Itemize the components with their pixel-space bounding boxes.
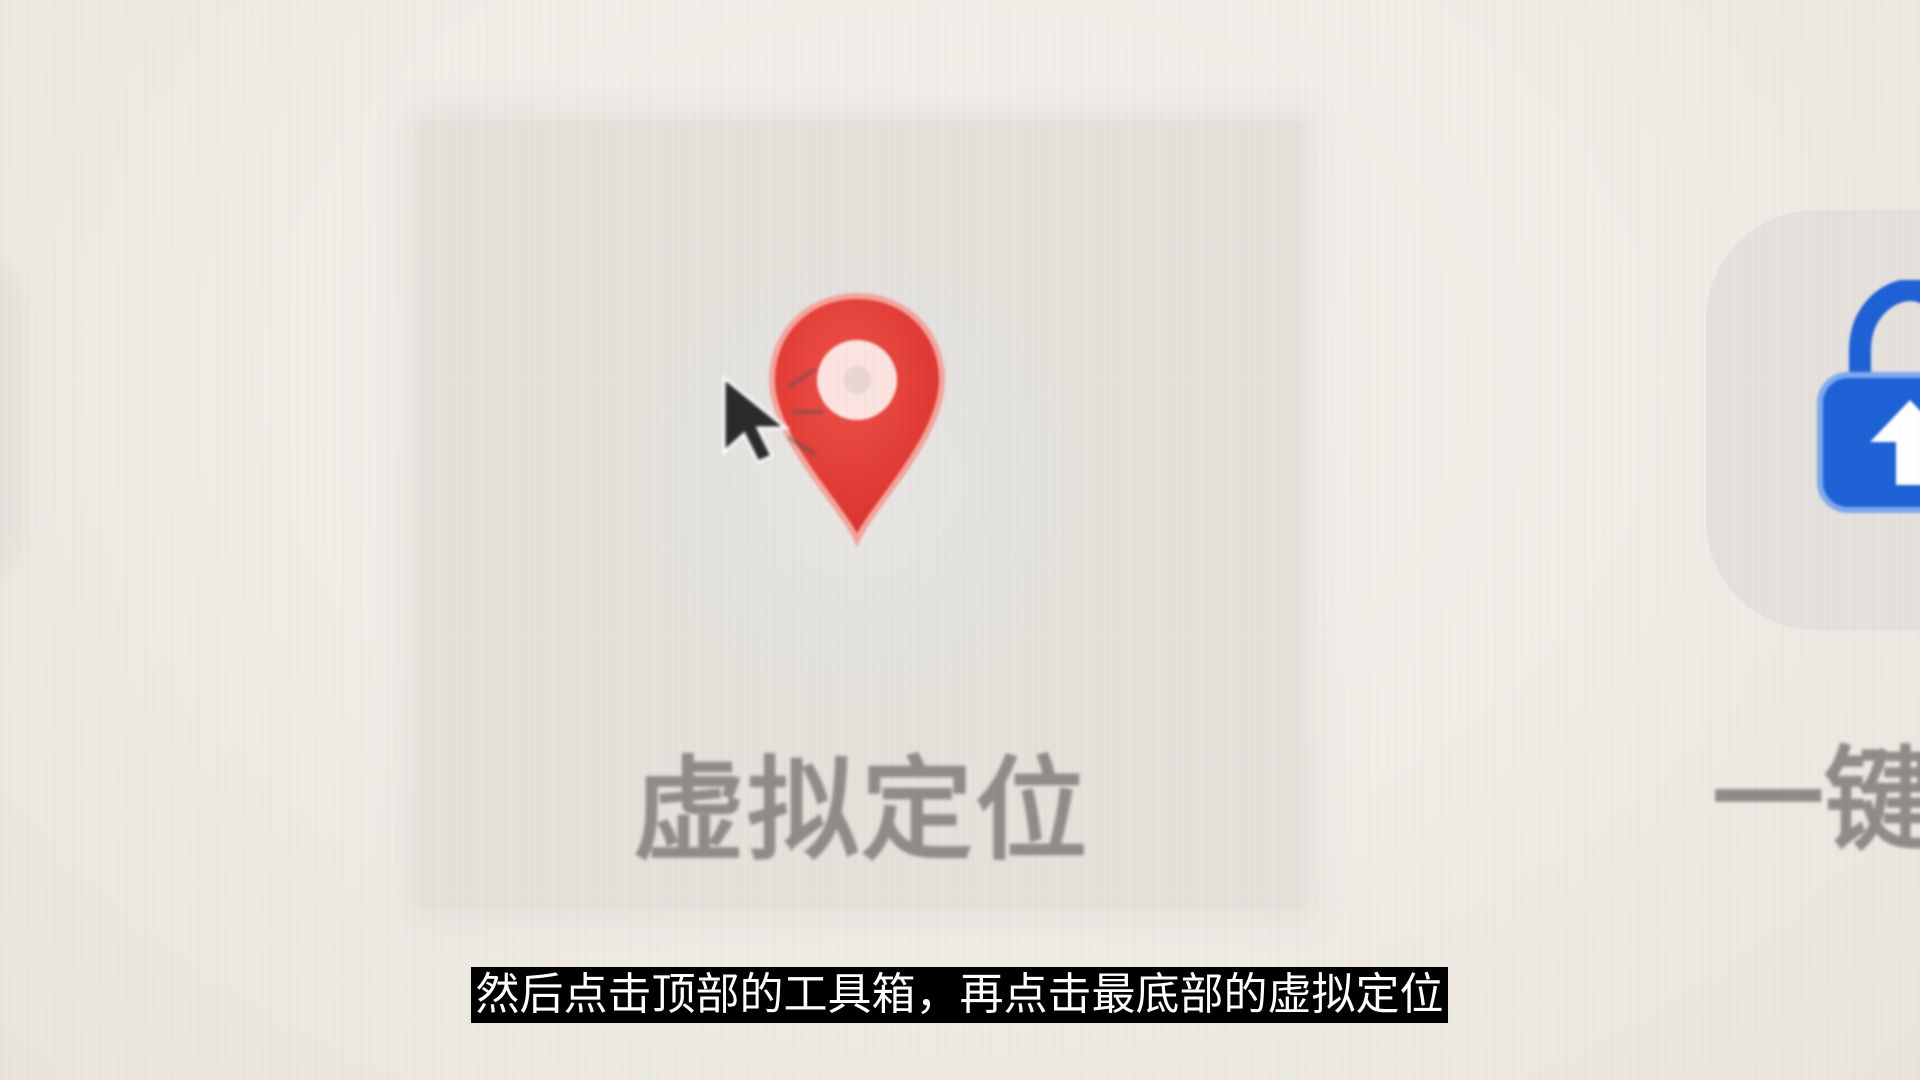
- mouse-cursor-icon: [722, 368, 824, 464]
- video-subtitle: 然后点击顶部的工具箱，再点击最底部的虚拟定位: [471, 967, 1448, 1023]
- tool-item-virtual-location[interactable]: 虚拟定位: [418, 120, 1304, 910]
- toolbox-screen: 虚拟定位 一键 然后点击顶部的工具箱，再点击最底部的虚拟定位: [0, 0, 1920, 1080]
- tool-label-one-key: 一键: [1712, 736, 1920, 866]
- tool-item-one-key[interactable]: 一键: [1700, 210, 1920, 910]
- tool-label-virtual-location: 虚拟定位: [633, 746, 1089, 876]
- lock-upload-icon: [1817, 280, 1920, 513]
- partial-tool-item-left[interactable]: [0, 250, 25, 590]
